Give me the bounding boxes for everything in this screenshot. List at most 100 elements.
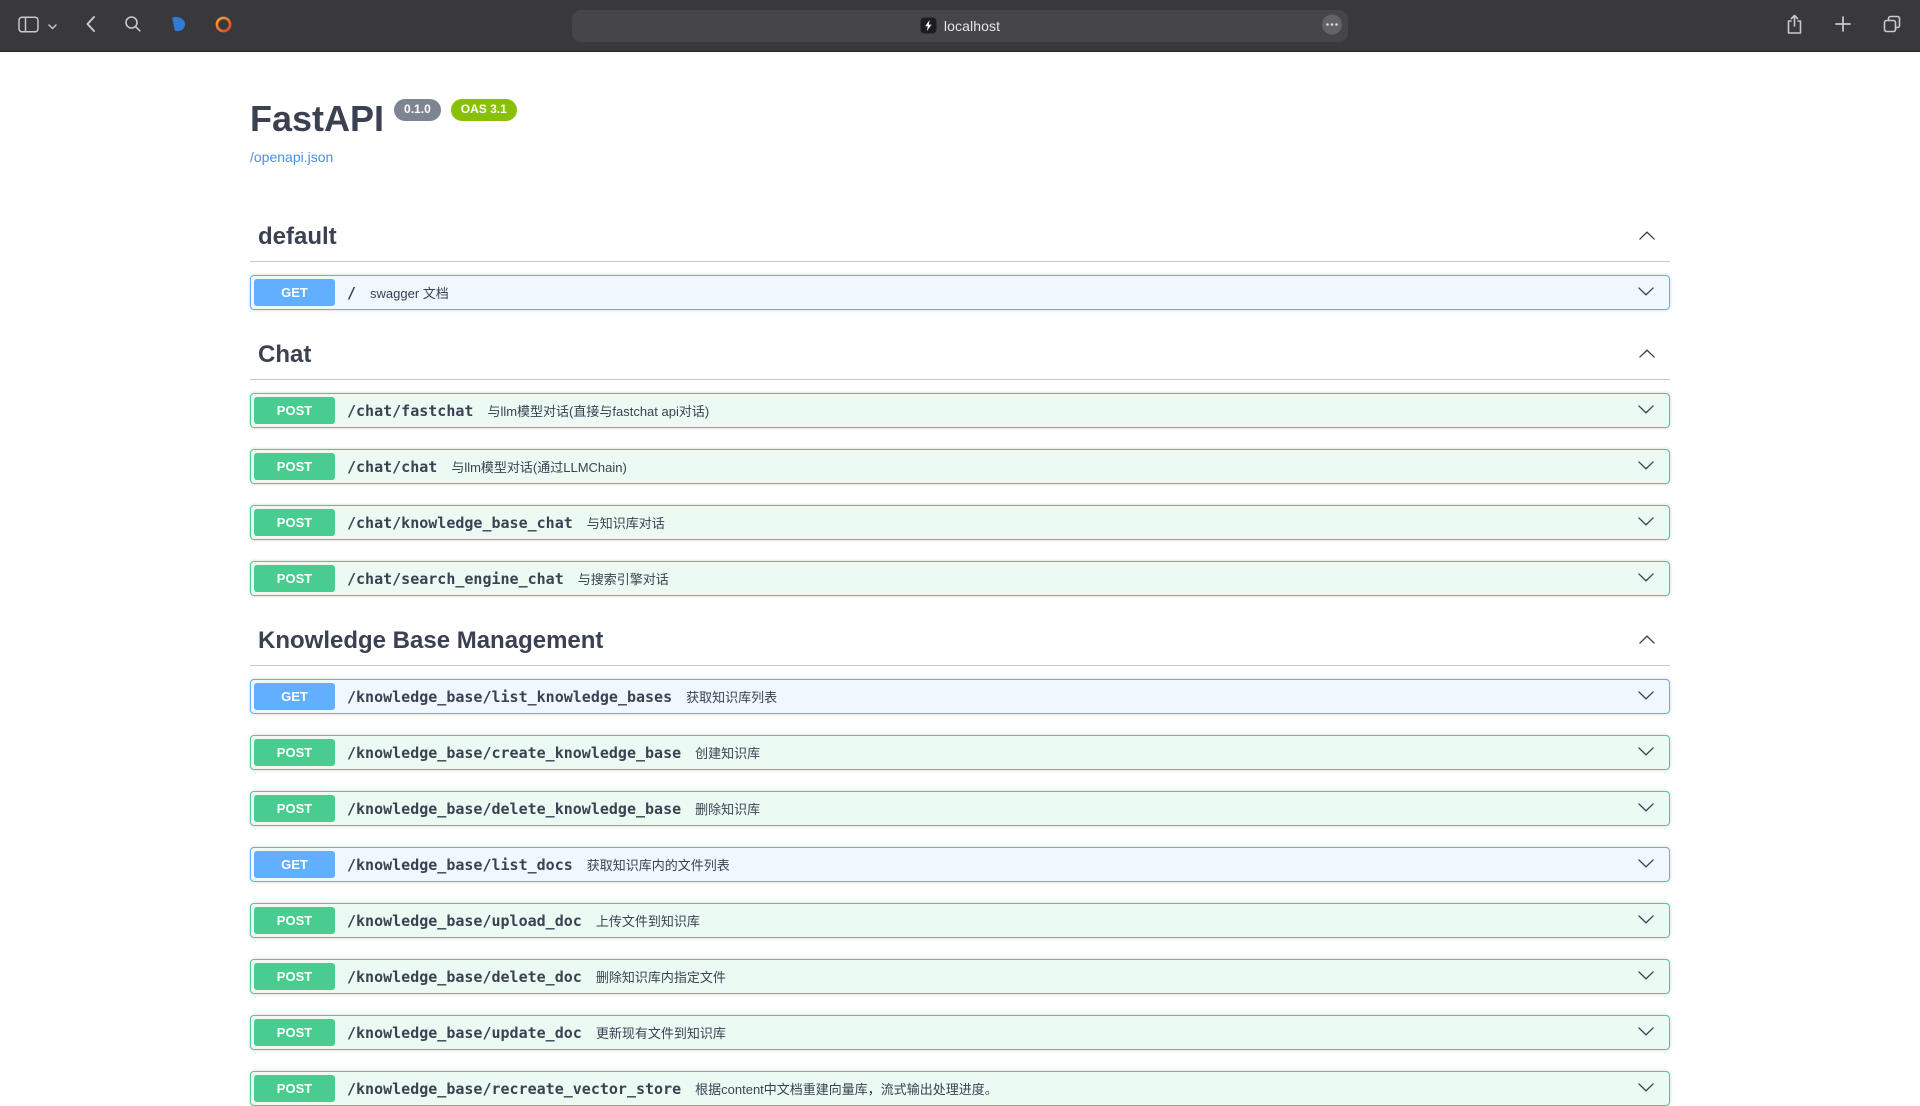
toolbar-left-group [16,13,234,38]
api-section: Knowledge Base Management GET /knowledge… [250,617,1670,1106]
new-tab-button[interactable] [1832,13,1854,38]
chevron-down-icon [1637,742,1655,763]
operation-summary: 删除知识库 [695,799,760,818]
plus-icon [1834,15,1852,36]
sidebar-toggle-button[interactable] [16,14,41,38]
operation-row[interactable]: POST /knowledge_base/delete_doc 删除知识库内指定… [250,959,1670,994]
operation-summary: 删除知识库内指定文件 [596,967,726,986]
operation-summary-bar: GET / swagger 文档 [251,276,1669,309]
expand-operation-button[interactable] [1633,966,1659,987]
operation-row[interactable]: POST /knowledge_base/delete_knowledge_ba… [250,791,1670,826]
operation-row[interactable]: POST /chat/knowledge_base_chat 与知识库对话 [250,505,1670,540]
search-button[interactable] [122,13,144,38]
expand-operation-button[interactable] [1633,512,1659,533]
expand-operation-button[interactable] [1633,568,1659,589]
http-method-badge: POST [254,963,335,990]
expand-operation-button[interactable] [1633,400,1659,421]
operation-path: /knowledge_base/delete_doc [347,968,582,986]
operation-summary-bar: POST /knowledge_base/delete_knowledge_ba… [251,792,1669,825]
operation-summary-bar: POST /chat/fastchat 与llm模型对话(直接与fastchat… [251,394,1669,427]
share-button[interactable] [1783,11,1806,40]
tab-overview-button[interactable] [1880,12,1904,39]
share-icon [1785,13,1804,38]
operation-summary: 获取知识库列表 [686,687,777,706]
http-method-badge: GET [254,851,335,878]
http-method-badge: POST [254,907,335,934]
sidebar-menu-button[interactable] [46,16,59,35]
section-header[interactable]: Chat [250,331,1670,380]
chevron-down-icon [1637,1022,1655,1043]
orange-extension-button[interactable] [213,14,234,38]
operation-row[interactable]: POST /knowledge_base/create_knowledge_ba… [250,735,1670,770]
operations-list: GET /knowledge_base/list_knowledge_bases… [250,679,1670,1106]
operation-row[interactable]: GET /knowledge_base/list_docs 获取知识库内的文件列… [250,847,1670,882]
operations-list: GET / swagger 文档 [250,275,1670,310]
operation-summary: 与llm模型对话(直接与fastchat api对话) [487,401,709,420]
chevron-up-icon [1638,227,1656,248]
section-title: Knowledge Base Management [258,627,603,655]
operation-summary: 创建知识库 [695,743,760,762]
section-header[interactable]: default [250,213,1670,262]
chevron-down-icon [1637,512,1655,533]
api-section: Chat POST /chat/fastchat 与llm模型对话(直接与fas… [250,331,1670,596]
toolbar-right-group [1783,11,1904,40]
expand-operation-button[interactable] [1633,1078,1659,1099]
operation-row[interactable]: POST /knowledge_base/upload_doc 上传文件到知识库 [250,903,1670,938]
api-info: FastAPI 0.1.0 OAS 3.1 /openapi.json [250,98,1670,167]
operation-summary-bar: POST /chat/search_engine_chat 与搜索引擎对话 [251,562,1669,595]
http-method-badge: POST [254,509,335,536]
section-title: default [258,223,337,251]
sidebar-toggle-icon [18,16,39,36]
operation-row[interactable]: POST /chat/chat 与llm模型对话(通过LLMChain) [250,449,1670,484]
collapse-section-button[interactable] [1634,345,1660,366]
expand-operation-button[interactable] [1633,910,1659,931]
operation-summary-bar: POST /chat/chat 与llm模型对话(通过LLMChain) [251,450,1669,483]
operation-path: /knowledge_base/update_doc [347,1024,582,1042]
operation-row[interactable]: GET / swagger 文档 [250,275,1670,310]
expand-operation-button[interactable] [1633,1022,1659,1043]
tab-overview-icon [1882,14,1902,37]
http-method-badge: GET [254,683,335,710]
section-header[interactable]: Knowledge Base Management [250,617,1670,666]
expand-operation-button[interactable] [1633,456,1659,477]
section-title: Chat [258,341,311,369]
http-method-badge: POST [254,397,335,424]
blue-extension-button[interactable] [168,14,189,38]
operation-path: /chat/search_engine_chat [347,570,564,588]
chevron-down-icon [1637,966,1655,987]
expand-operation-button[interactable] [1633,282,1659,303]
operation-row[interactable]: POST /knowledge_base/recreate_vector_sto… [250,1071,1670,1106]
address-bar[interactable]: localhost [572,10,1348,42]
operation-summary: 与知识库对话 [587,513,665,532]
back-button[interactable] [83,13,98,38]
operation-summary: swagger 文档 [370,283,449,302]
operation-summary-bar: POST /knowledge_base/create_knowledge_ba… [251,736,1669,769]
expand-operation-button[interactable] [1633,686,1659,707]
operation-row[interactable]: POST /chat/fastchat 与llm模型对话(直接与fastchat… [250,393,1670,428]
operation-row[interactable]: POST /chat/search_engine_chat 与搜索引擎对话 [250,561,1670,596]
operation-path: /knowledge_base/upload_doc [347,912,582,930]
chevron-up-icon [1638,631,1656,652]
http-method-badge: POST [254,1075,335,1102]
collapse-section-button[interactable] [1634,631,1660,652]
page-menu-button[interactable] [1321,13,1343,38]
http-method-badge: POST [254,453,335,480]
operation-path: /knowledge_base/delete_knowledge_base [347,800,681,818]
operation-summary-bar: POST /knowledge_base/update_doc 更新现有文件到知… [251,1016,1669,1049]
http-method-badge: GET [254,279,335,306]
back-icon [85,15,96,36]
operation-row[interactable]: POST /knowledge_base/update_doc 更新现有文件到知… [250,1015,1670,1050]
expand-operation-button[interactable] [1633,798,1659,819]
orange-extension-icon [215,16,232,36]
expand-operation-button[interactable] [1633,742,1659,763]
chevron-down-icon [1637,400,1655,421]
operation-summary: 与搜索引擎对话 [578,569,669,588]
operation-row[interactable]: GET /knowledge_base/list_knowledge_bases… [250,679,1670,714]
openapi-spec-link[interactable]: /openapi.json [250,149,333,165]
collapse-section-button[interactable] [1634,227,1660,248]
api-title-text: FastAPI [250,98,384,140]
expand-operation-button[interactable] [1633,854,1659,875]
operation-path: /chat/fastchat [347,402,473,420]
site-favicon-icon [920,17,937,34]
operation-path: /chat/chat [347,458,437,476]
